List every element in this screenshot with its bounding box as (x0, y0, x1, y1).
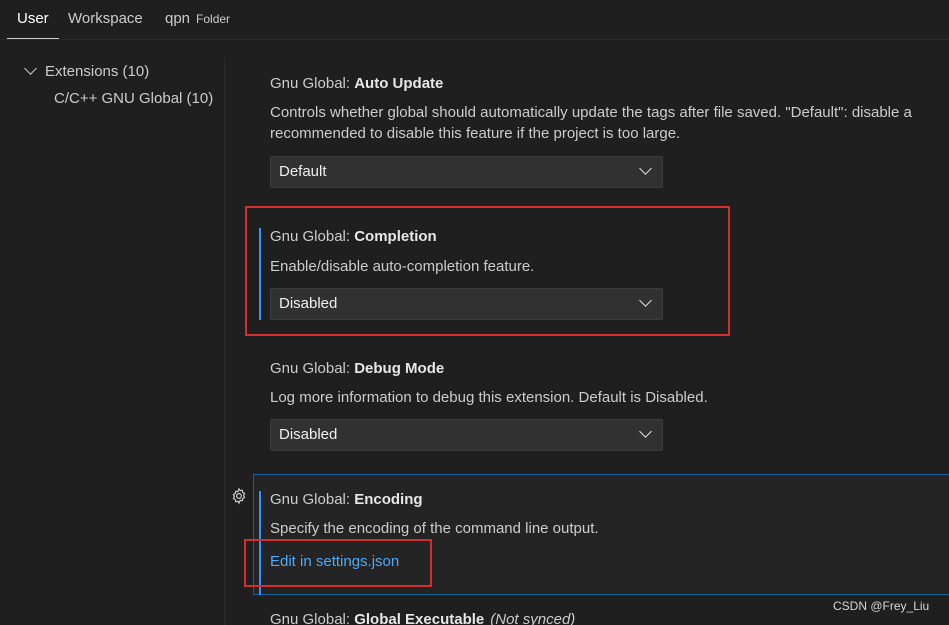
chevron-down-icon (639, 294, 652, 307)
not-synced-tag: (Not synced) (490, 611, 576, 625)
tab-user-label: User (17, 10, 49, 27)
setting-key: Auto Update (354, 75, 444, 92)
setting-title: Gnu Global: Auto Update (270, 75, 443, 92)
tab-workspace[interactable]: Workspace (68, 0, 143, 38)
toc-item-cpp-gnu-global[interactable]: C/C++ GNU Global (10) (54, 90, 213, 107)
select-value: Disabled (279, 426, 338, 443)
setting-description: Enable/disable auto-completion feature. (270, 258, 535, 275)
modified-indicator (259, 228, 261, 320)
setting-key: Completion (354, 228, 437, 245)
select-value: Disabled (279, 295, 338, 312)
setting-category: Gnu Global: (270, 611, 355, 625)
select-value: Default (279, 163, 327, 180)
gear-icon[interactable] (230, 487, 248, 505)
setting-debug-mode: Gnu Global: Debug Mode Log more informat… (260, 360, 949, 452)
tab-workspace-label: Workspace (68, 10, 143, 27)
setting-category: Gnu Global: (270, 228, 355, 245)
watermark: CSDN @Frey_Liu (833, 599, 930, 613)
setting-title: Gnu Global: Global Executable (Not synced… (270, 611, 575, 625)
chevron-down-icon (24, 62, 37, 75)
settings-scope-tabs: User Workspace qpn Folder (0, 0, 949, 40)
toc-item-cpp-gnu-global-label: C/C++ GNU Global (10) (54, 90, 214, 107)
setting-description: Controls whether global should automatic… (270, 102, 949, 144)
setting-key: Encoding (354, 491, 423, 508)
toc-item-extensions[interactable]: Extensions (10) (24, 62, 150, 80)
setting-category: Gnu Global: (270, 360, 355, 377)
edit-in-settings-json-link[interactable]: Edit in settings.json (270, 553, 399, 570)
completion-select[interactable]: Disabled (270, 288, 663, 320)
tab-folder-sublabel: Folder (196, 12, 231, 26)
tab-folder-label: qpn (165, 10, 191, 27)
setting-description-line: Controls whether global should automatic… (270, 104, 912, 121)
toc-sash[interactable] (224, 58, 225, 625)
settings-editor: User Workspace qpn Folder Extensions (10)… (0, 0, 949, 625)
setting-description: Log more information to debug this exten… (270, 389, 708, 406)
toc-item-extensions-label: Extensions (10) (45, 63, 150, 80)
setting-encoding: Gnu Global: Encoding Specify the encodin… (259, 491, 949, 595)
setting-description: Specify the encoding of the command line… (270, 520, 599, 537)
setting-title: Gnu Global: Debug Mode (270, 360, 444, 377)
tab-user[interactable]: User (7, 0, 59, 39)
setting-auto-update: Gnu Global: Auto Update Controls whether… (260, 74, 949, 194)
setting-description-line: recommended to disable this feature if t… (270, 125, 681, 142)
setting-key: Global Executable (354, 611, 485, 625)
setting-title: Gnu Global: Encoding (270, 491, 423, 508)
settings-toc: Extensions (10) C/C++ GNU Global (10) (0, 40, 224, 625)
setting-category: Gnu Global: (270, 75, 355, 92)
setting-global-executable: Gnu Global: Global Executable (Not synced… (260, 611, 949, 625)
modified-indicator (259, 491, 261, 595)
chevron-down-icon (639, 162, 652, 175)
chevron-down-icon (639, 425, 652, 438)
setting-completion: Gnu Global: Completion Enable/disable au… (259, 228, 949, 320)
debug-mode-select[interactable]: Disabled (270, 419, 663, 451)
tab-folder-qpn[interactable]: qpn Folder (165, 0, 230, 38)
auto-update-select[interactable]: Default (270, 156, 663, 188)
setting-title: Gnu Global: Completion (270, 228, 437, 245)
setting-key: Debug Mode (354, 360, 445, 377)
setting-category: Gnu Global: (270, 491, 355, 508)
